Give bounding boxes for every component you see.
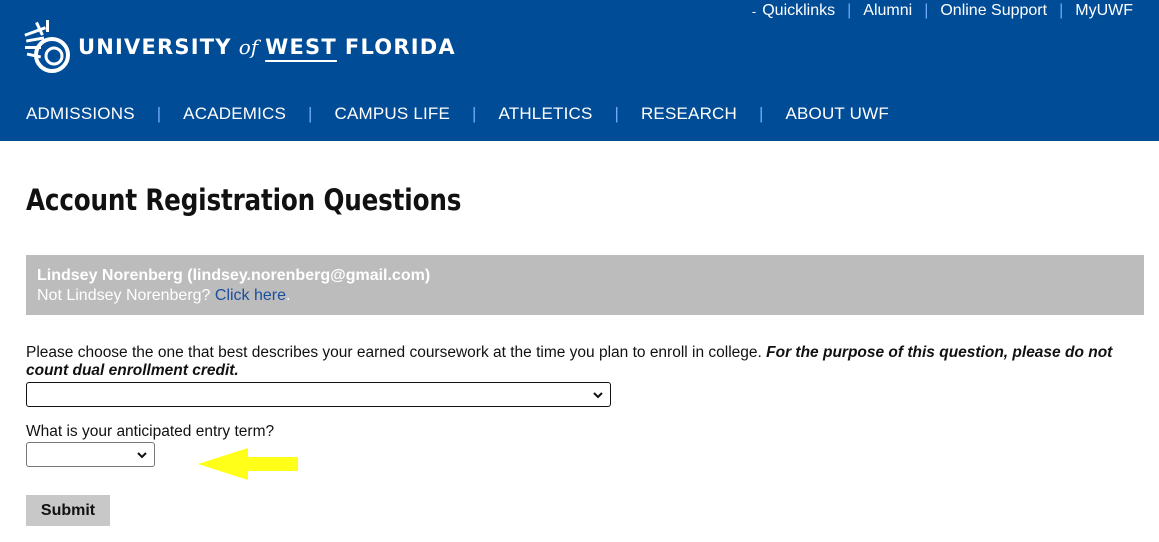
click-here-link[interactable]: Click here <box>215 287 286 304</box>
alumni-link[interactable]: Alumni <box>863 2 912 20</box>
page-title: Account Registration Questions <box>26 183 462 217</box>
utility-links: - Quicklinks | Alumni | Online Support |… <box>752 2 1133 20</box>
not-user-line: Not Lindsey Norenberg? Click here. <box>37 286 1133 306</box>
logo-word-west: WEST <box>265 35 337 59</box>
nav-separator: | <box>759 104 764 123</box>
entry-term-question-label: What is your anticipated entry term? <box>26 423 275 440</box>
logo-word-of: of <box>238 35 259 59</box>
user-name-email: Lindsey Norenberg (lindsey.norenberg@gma… <box>37 267 431 284</box>
uwf-shell-logo-icon <box>24 20 70 73</box>
logo-word-university: UNIVERSITY <box>78 35 232 59</box>
chevron-down-icon <box>593 391 603 398</box>
nav-academics[interactable]: ACADEMICS <box>183 104 286 124</box>
nav-separator: | <box>472 104 477 123</box>
online-support-link[interactable]: Online Support <box>940 2 1047 20</box>
quicklinks-dash: - <box>751 3 757 19</box>
main-nav: ADMISSIONS | ACADEMICS | CAMPUS LIFE | A… <box>26 104 889 124</box>
entry-term-select[interactable] <box>26 442 155 467</box>
nav-separator: | <box>156 104 162 123</box>
nav-separator: | <box>308 104 313 123</box>
nav-about-uwf[interactable]: ABOUT UWF <box>785 104 889 124</box>
period: . <box>286 287 291 304</box>
coursework-select[interactable] <box>26 382 611 407</box>
nav-admissions[interactable]: ADMISSIONS <box>26 104 135 124</box>
separator: | <box>847 2 852 19</box>
chevron-down-icon <box>137 451 147 458</box>
nav-research[interactable]: RESEARCH <box>641 104 737 124</box>
coursework-question-text: Please choose the one that best describe… <box>26 344 762 361</box>
nav-athletics[interactable]: ATHLETICS <box>498 104 592 124</box>
myuwf-link[interactable]: MyUWF <box>1075 2 1133 20</box>
separator: | <box>924 2 929 19</box>
user-info-box: Lindsey Norenberg (lindsey.norenberg@gma… <box>26 255 1144 315</box>
quicklinks-link[interactable]: Quicklinks <box>762 2 835 20</box>
submit-button[interactable]: Submit <box>26 495 110 526</box>
separator: | <box>1059 2 1064 19</box>
coursework-question-label: Please choose the one that best describe… <box>26 344 1151 380</box>
not-user-text: Not Lindsey Norenberg? <box>37 287 211 304</box>
nav-campus-life[interactable]: CAMPUS LIFE <box>334 104 450 124</box>
left-arrow-icon <box>198 448 298 480</box>
nav-separator: | <box>614 104 619 123</box>
site-header: UNIVERSITY of WEST FLORIDA - Quicklinks … <box>0 0 1159 141</box>
uwf-logo[interactable]: UNIVERSITY of WEST FLORIDA <box>24 18 456 76</box>
logo-wordmark: UNIVERSITY of WEST FLORIDA <box>78 35 456 59</box>
logo-word-florida: FLORIDA <box>344 35 456 59</box>
